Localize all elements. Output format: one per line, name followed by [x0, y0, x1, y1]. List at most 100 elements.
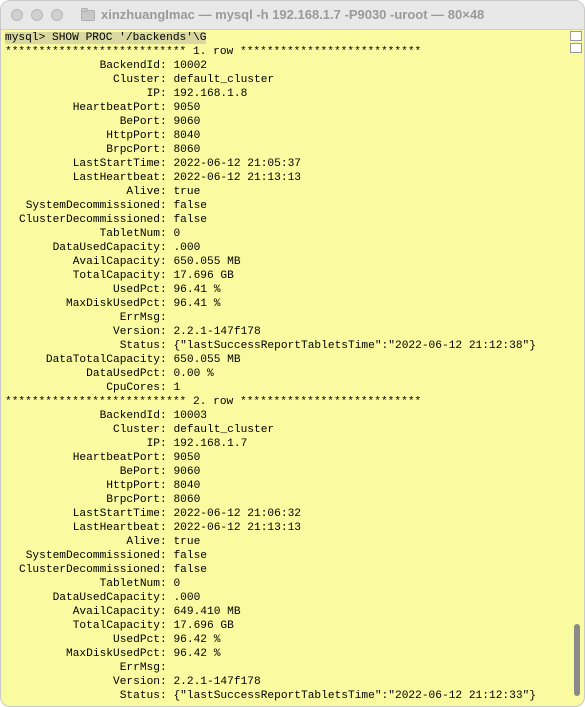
field-colon: :	[160, 494, 174, 506]
mysql-prompt: mysql>	[5, 32, 52, 44]
field-colon: :	[160, 662, 174, 674]
field-colon: :	[160, 340, 174, 352]
field-value: 10002	[173, 60, 208, 72]
field-line: BePort: 9060	[5, 465, 568, 479]
field-key: IP	[146, 88, 160, 100]
field-value: {"lastSuccessReportTabletsTime":"2022-06…	[173, 690, 536, 702]
field-line: Status: {"lastSuccessReportTabletsTime":…	[5, 339, 568, 353]
field-key: Cluster	[113, 424, 160, 436]
field-colon: :	[160, 186, 174, 198]
field-colon: :	[160, 298, 174, 310]
field-colon: :	[160, 676, 174, 688]
field-colon: :	[160, 620, 174, 632]
field-value: 9050	[173, 102, 201, 114]
field-colon: :	[160, 508, 174, 520]
field-key: LastHeartbeat	[72, 522, 160, 534]
field-colon: :	[160, 312, 174, 324]
scroll-up-arrow[interactable]	[570, 31, 582, 41]
field-colon: :	[160, 270, 174, 282]
minimize-window-button[interactable]	[31, 9, 43, 21]
field-value: 96.41 %	[173, 284, 221, 296]
field-value: .000	[173, 242, 201, 254]
field-line: DataUsedPct: 0.00 %	[5, 367, 568, 381]
field-line: TabletNum: 0	[5, 577, 568, 591]
field-value: true	[173, 186, 201, 198]
field-key: BackendId	[99, 410, 160, 422]
field-key: ErrMsg	[119, 662, 160, 674]
scrollbar-thumb[interactable]	[574, 624, 580, 696]
field-key: TabletNum	[99, 228, 160, 240]
field-colon: :	[160, 88, 174, 100]
field-line: Cluster: default_cluster	[5, 423, 568, 437]
terminal-output[interactable]: mysql> SHOW PROC '/backends'\G *********…	[5, 31, 568, 706]
field-value: 96.41 %	[173, 298, 221, 310]
field-key: Status	[119, 690, 160, 702]
field-colon: :	[160, 480, 174, 492]
field-key: HeartbeatPort	[72, 102, 160, 114]
field-line: Cluster: default_cluster	[5, 73, 568, 87]
command-line[interactable]: mysql> SHOW PROC '/backends'\G	[5, 31, 568, 45]
field-key: SystemDecommissioned	[25, 200, 160, 212]
field-line: HttpPort: 8040	[5, 479, 568, 493]
field-key: TotalCapacity	[72, 270, 160, 282]
close-window-button[interactable]	[11, 9, 23, 21]
field-key: AvailCapacity	[72, 256, 160, 268]
field-key: BrpcPort	[106, 494, 160, 506]
field-value: 2022-06-12 21:13:13	[173, 172, 301, 184]
field-line: BePort: 9060	[5, 115, 568, 129]
field-line: TotalCapacity: 17.696 GB	[5, 269, 568, 283]
field-value: 2022-06-12 21:05:37	[173, 158, 301, 170]
field-value: .000	[173, 592, 201, 604]
command-text: SHOW PROC '/backends'\G	[52, 32, 207, 44]
field-line: Alive: true	[5, 185, 568, 199]
field-key: LastStartTime	[72, 508, 160, 520]
field-key: HeartbeatPort	[72, 452, 160, 464]
field-key: DataTotalCapacity	[45, 354, 160, 366]
field-key: HttpPort	[106, 130, 160, 142]
field-colon: :	[160, 130, 174, 142]
field-line: BrpcPort: 8060	[5, 143, 568, 157]
field-value: false	[173, 550, 208, 562]
field-value: 650.055 MB	[173, 354, 241, 366]
field-colon: :	[160, 242, 174, 254]
field-line: DataUsedCapacity: .000	[5, 241, 568, 255]
field-key: LastHeartbeat	[72, 172, 160, 184]
field-colon: :	[160, 578, 174, 590]
field-colon: :	[160, 116, 174, 128]
field-key: BePort	[119, 116, 160, 128]
title-bar[interactable]: xinzhuangImac — mysql -h 192.168.1.7 -P9…	[1, 1, 584, 30]
field-line: UsedPct: 96.42 %	[5, 633, 568, 647]
field-line: AvailCapacity: 650.055 MB	[5, 255, 568, 269]
field-colon: :	[160, 368, 174, 380]
field-line: LastStartTime: 2022-06-12 21:06:32	[5, 507, 568, 521]
field-colon: :	[160, 424, 174, 436]
scroll-down-arrow[interactable]	[570, 43, 582, 53]
field-line: LastStartTime: 2022-06-12 21:05:37	[5, 157, 568, 171]
field-key: CpuCores	[106, 382, 160, 394]
field-key: SystemDecommissioned	[25, 550, 160, 562]
field-colon: :	[160, 228, 174, 240]
field-colon: :	[160, 648, 174, 660]
field-key: Version	[113, 676, 160, 688]
field-line: IP: 192.168.1.7	[5, 437, 568, 451]
field-colon: :	[160, 158, 174, 170]
field-line: ErrMsg:	[5, 311, 568, 325]
field-key: BackendId	[99, 60, 160, 72]
field-colon: :	[160, 102, 174, 114]
window-title: xinzhuangImac — mysql -h 192.168.1.7 -P9…	[101, 7, 485, 22]
zoom-window-button[interactable]	[51, 9, 63, 21]
field-colon: :	[160, 256, 174, 268]
field-line: TotalCapacity: 17.696 GB	[5, 619, 568, 633]
field-colon: :	[160, 592, 174, 604]
field-key: BePort	[119, 466, 160, 478]
folder-icon	[81, 8, 95, 21]
field-key: ClusterDecommissioned	[19, 564, 160, 576]
field-line: IP: 192.168.1.8	[5, 87, 568, 101]
field-value: default_cluster	[173, 74, 275, 86]
field-key: ErrMsg	[119, 312, 160, 324]
field-line: BackendId: 10002	[5, 59, 568, 73]
field-colon: :	[160, 284, 174, 296]
field-value: 8040	[173, 130, 201, 142]
field-value: 192.168.1.7	[173, 438, 248, 450]
field-value: 0.00 %	[173, 368, 214, 380]
